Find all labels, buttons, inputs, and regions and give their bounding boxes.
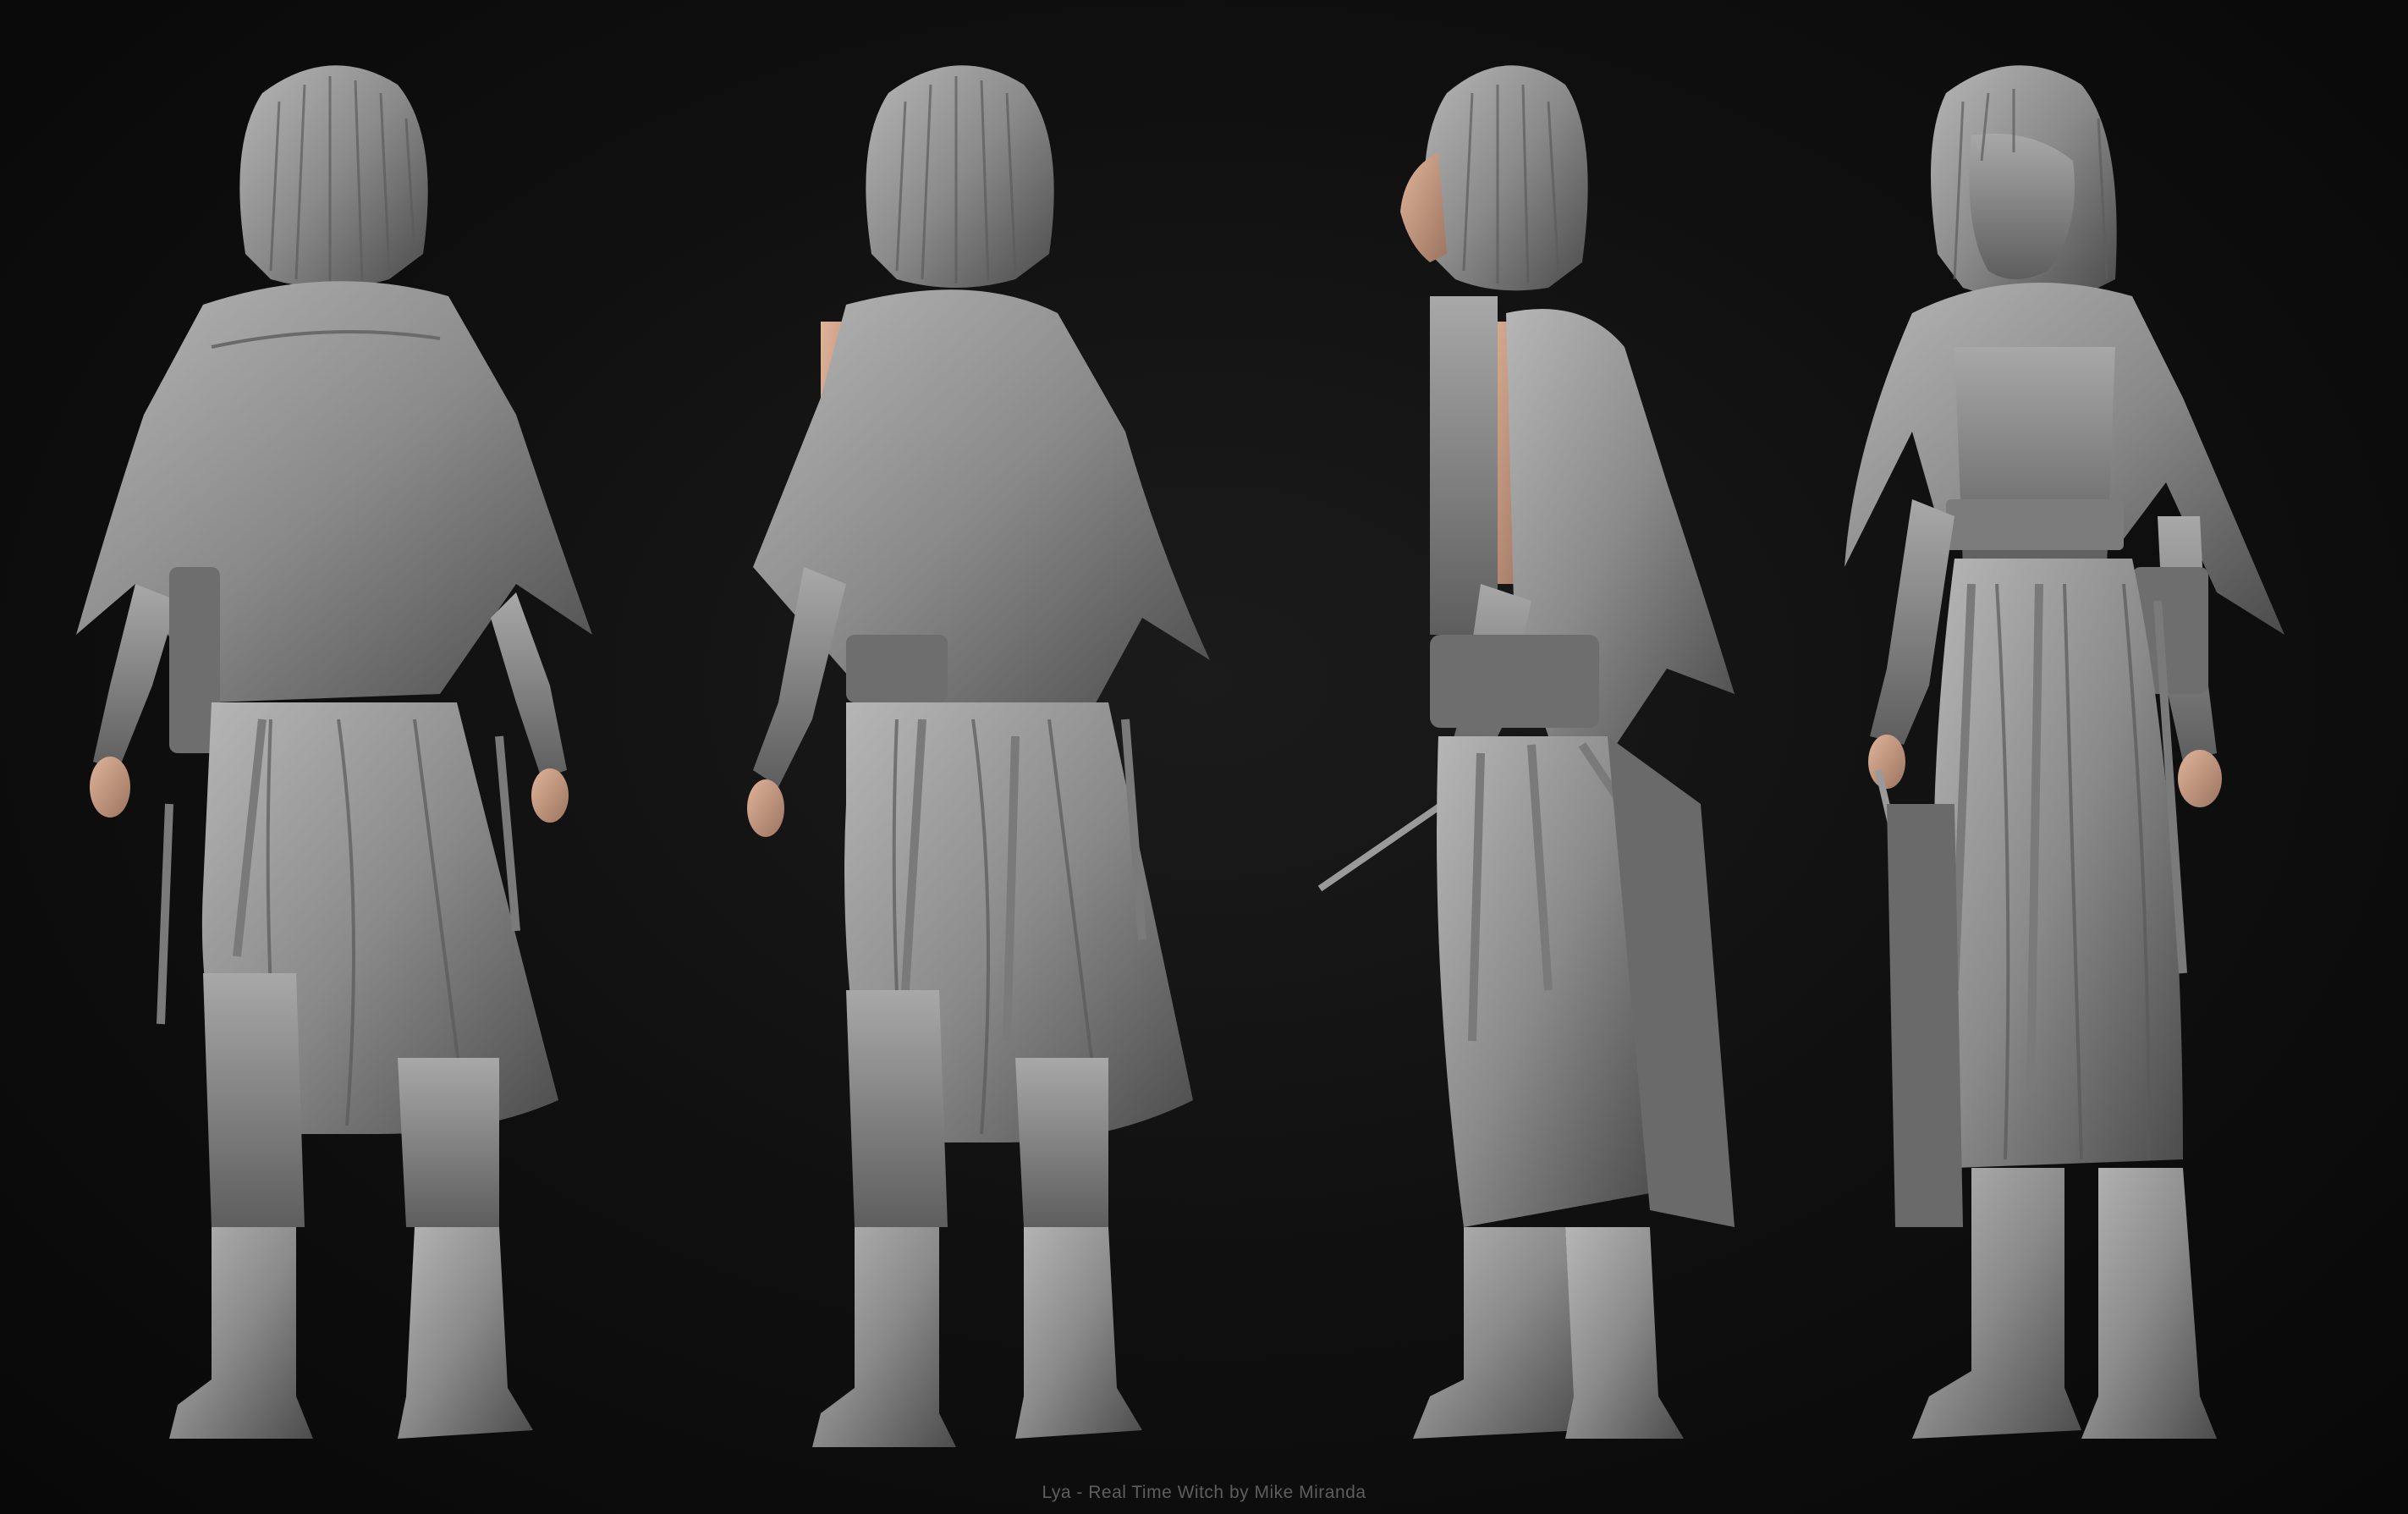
dagger: [1317, 792, 1458, 892]
right-boot: [2081, 1168, 2217, 1439]
render-caption: Lya - Real Time Witch by Mike Miranda: [1042, 1483, 1366, 1502]
hair: [239, 65, 428, 288]
right-boot: [398, 1227, 533, 1439]
left-glove: [93, 584, 178, 770]
left-hand: [747, 779, 784, 837]
trousers: [203, 973, 305, 1227]
left-boot: [169, 1227, 313, 1439]
side-bag: [846, 635, 948, 702]
back-view-figure: [42, 42, 635, 1464]
left-hand: [1868, 735, 1905, 789]
torso: [1430, 296, 1498, 635]
hair: [1424, 65, 1588, 291]
front-three-quarter-view-figure: [1760, 42, 2352, 1464]
side-bag: [1430, 635, 1599, 728]
front-three-quarter-view-render: [1844, 65, 2284, 1439]
right-hand: [531, 768, 569, 823]
right-hand: [2178, 750, 2222, 807]
side-view-render: [1317, 65, 1735, 1439]
render-canvas: Lya - Real Time Witch by Mike Miranda: [0, 0, 2408, 1514]
back-three-quarter-view-figure: [651, 42, 1244, 1464]
left-boot: [1413, 1227, 1582, 1439]
back-three-quarter-view-render: [747, 65, 1210, 1447]
left-boot: [812, 1227, 956, 1447]
side-view-figure: [1227, 42, 1819, 1464]
trousers: [846, 990, 948, 1227]
belt: [1946, 499, 2124, 550]
coat-panel: [1887, 804, 1963, 1227]
left-hand: [90, 757, 130, 818]
hair: [866, 65, 1054, 288]
back-view-render: [76, 65, 592, 1439]
left-glove: [753, 567, 846, 787]
right-boot: [1015, 1227, 1142, 1439]
right-boot: [1565, 1227, 1684, 1439]
